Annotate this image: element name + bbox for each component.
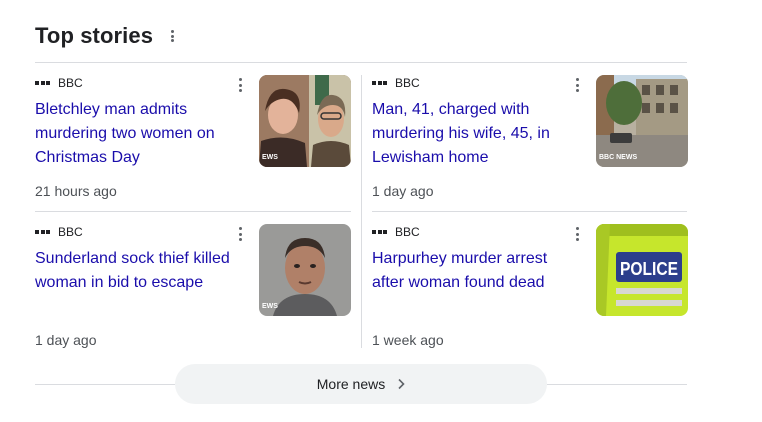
news-thumbnail-police-jacket-photo[interactable]: POLICE: [596, 224, 688, 316]
more-news-button[interactable]: More news: [175, 364, 547, 404]
news-thumbnail-two-women-photo[interactable]: EWS: [259, 75, 351, 167]
story-headline-link[interactable]: Bletchley man admits murdering two women…: [35, 98, 245, 170]
svg-text:POLICE: POLICE: [620, 259, 678, 279]
story-headline-link[interactable]: Man, 41, charged with murdering his wife…: [372, 98, 582, 170]
svg-text:EWS: EWS: [262, 303, 278, 310]
bbc-logo-icon: [372, 230, 387, 234]
source-name: BBC: [395, 225, 420, 239]
story-headline-link[interactable]: Sunderland sock thief killed woman in bi…: [35, 247, 245, 295]
source-name: BBC: [395, 76, 420, 90]
story-more-options-icon[interactable]: [574, 78, 580, 92]
story-card[interactable]: BBC Harpurhey murder arrest after woman …: [372, 224, 688, 361]
story-timestamp: 1 week ago: [372, 332, 444, 348]
divider: [35, 384, 175, 385]
story-more-options-icon[interactable]: [237, 78, 243, 92]
story-source: BBC: [372, 76, 420, 90]
story-card[interactable]: BBC Sunderland sock thief killed woman i…: [35, 224, 351, 361]
story-more-options-icon[interactable]: [574, 227, 580, 241]
source-name: BBC: [58, 76, 83, 90]
news-thumbnail-mugshot-photo[interactable]: EWS: [259, 224, 351, 316]
story-card[interactable]: BBC Bletchley man admits murdering two w…: [35, 75, 351, 212]
story-timestamp: 1 day ago: [372, 183, 434, 199]
svg-text:EWS: EWS: [262, 154, 278, 161]
chevron-right-icon: [397, 378, 405, 390]
bbc-logo-icon: [35, 230, 50, 234]
section-more-options-icon[interactable]: [167, 27, 177, 45]
divider: [35, 62, 687, 63]
news-thumbnail-street-buildings-photo[interactable]: BBC NEWS: [596, 75, 688, 167]
story-source: BBC: [372, 225, 420, 239]
story-source: BBC: [35, 76, 83, 90]
svg-text:BBC NEWS: BBC NEWS: [599, 154, 637, 161]
story-timestamp: 1 day ago: [35, 332, 97, 348]
story-headline-link[interactable]: Harpurhey murder arrest after woman foun…: [372, 247, 582, 295]
divider: [547, 384, 687, 385]
story-source: BBC: [35, 225, 83, 239]
story-timestamp: 21 hours ago: [35, 183, 117, 199]
story-card[interactable]: BBC Man, 41, charged with murdering his …: [372, 75, 688, 212]
bbc-logo-icon: [372, 81, 387, 85]
source-name: BBC: [58, 225, 83, 239]
column-divider: [361, 75, 362, 348]
more-news-label: More news: [316, 376, 386, 392]
story-more-options-icon[interactable]: [237, 227, 243, 241]
top-stories-header: Top stories: [35, 20, 177, 52]
bbc-logo-icon: [35, 81, 50, 85]
section-title: Top stories: [35, 23, 154, 48]
